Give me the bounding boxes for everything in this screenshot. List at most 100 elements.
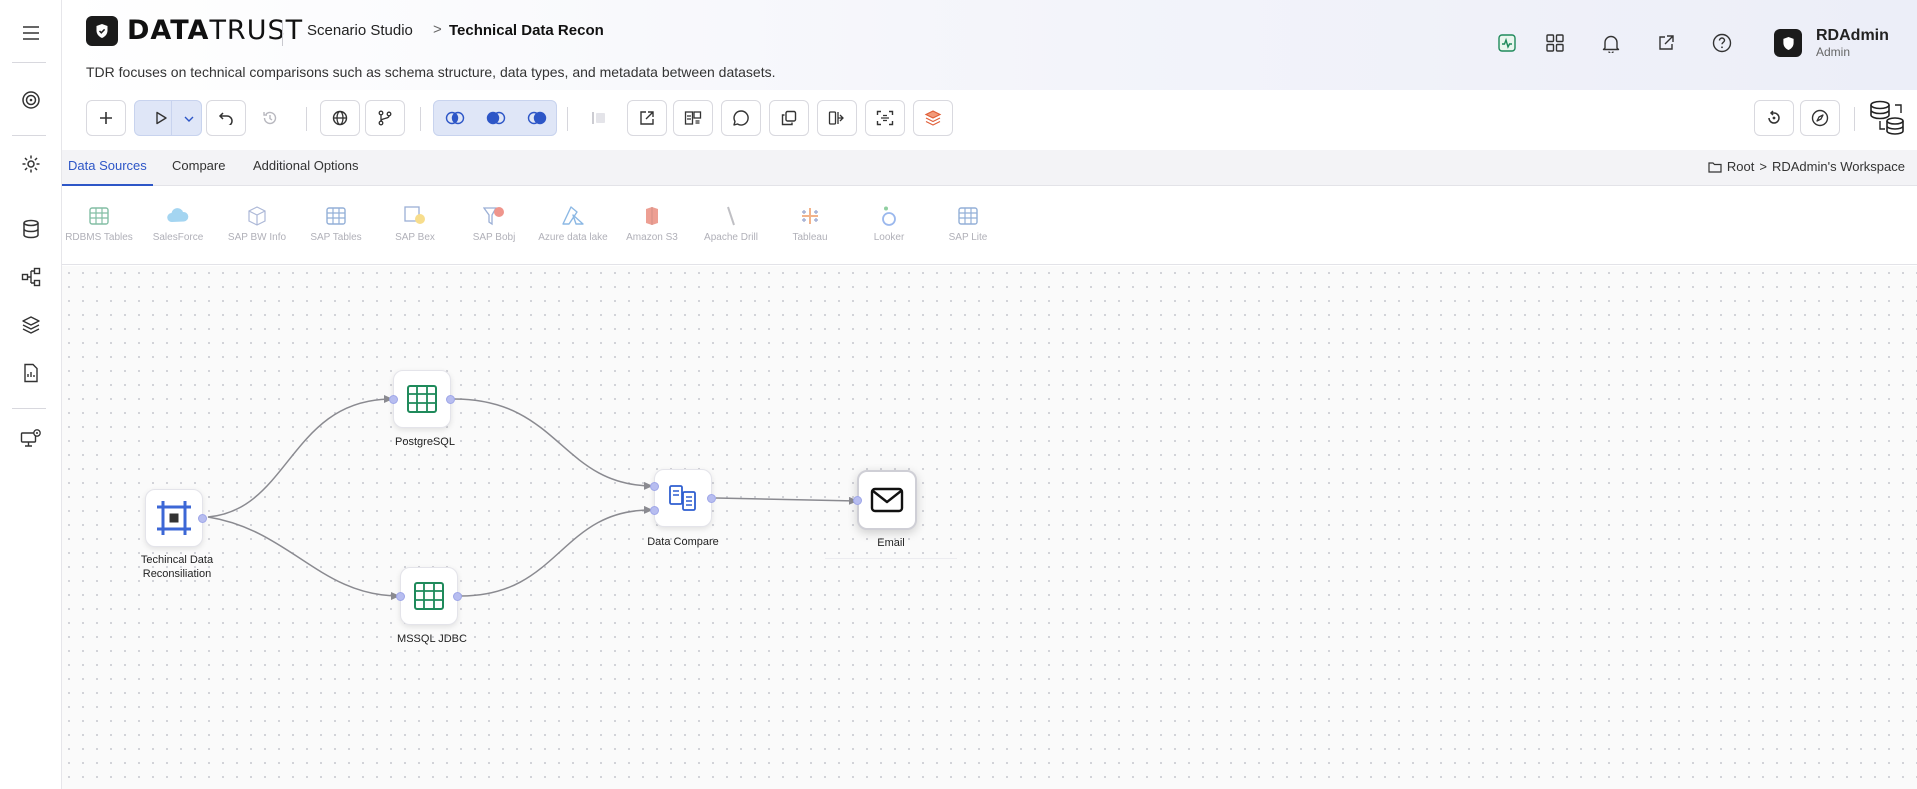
revert-button[interactable] <box>1754 100 1794 136</box>
export-button[interactable] <box>627 100 667 136</box>
palette-item-azure[interactable]: Azure data lake <box>536 205 610 244</box>
toolbar-divider <box>306 107 307 131</box>
palette-label: Tableau <box>792 232 828 243</box>
stack-button[interactable] <box>913 100 953 136</box>
copy-button[interactable] <box>769 100 809 136</box>
node-email[interactable] <box>853 470 917 530</box>
activity-icon[interactable] <box>1494 30 1520 56</box>
node-label-postgresql: PostgreSQL <box>395 436 455 448</box>
bobj-icon <box>482 205 506 227</box>
palette-label: RDBMS Tables <box>65 232 133 243</box>
palette-item-s3[interactable]: Amazon S3 <box>615 205 689 244</box>
palette-label: SAP Bex <box>395 232 435 243</box>
chevron-down-icon[interactable] <box>183 115 195 123</box>
help-icon[interactable] <box>1709 30 1735 56</box>
apps-grid-icon[interactable] <box>1542 30 1568 56</box>
split-button[interactable] <box>817 100 857 136</box>
input-port[interactable] <box>650 482 659 491</box>
user-name[interactable]: RDAdmin <box>1816 27 1889 45</box>
palette-item-apache-drill[interactable]: Apache Drill <box>694 205 768 244</box>
drill-icon <box>719 205 743 227</box>
palette-label: Amazon S3 <box>626 232 678 243</box>
node-start[interactable] <box>145 489 207 547</box>
workspace-name[interactable]: RDAdmin's Workspace <box>1772 159 1905 174</box>
palette-item-rdbms[interactable]: RDBMS Tables <box>62 205 136 244</box>
node-data-compare[interactable] <box>650 469 716 527</box>
page-title: Technical Data Recon <box>449 22 604 39</box>
node-postgresql[interactable] <box>389 370 455 428</box>
palette-item-sap-bex[interactable]: SAP Bex <box>378 205 452 244</box>
workflow-canvas[interactable] <box>62 266 1917 789</box>
output-port[interactable] <box>707 494 716 503</box>
output-port[interactable] <box>198 514 207 523</box>
page-description: TDR focuses on technical comparisons suc… <box>86 64 776 80</box>
palette-item-sap-tables[interactable]: SAP Tables <box>299 205 373 244</box>
workspace-root[interactable]: Root <box>1727 159 1754 174</box>
workflow-icon[interactable] <box>15 261 47 293</box>
tab-additional-options[interactable]: Additional Options <box>247 150 365 186</box>
palette-item-sap-lite[interactable]: SAP Lite <box>931 205 1005 244</box>
undo-button[interactable] <box>206 100 246 136</box>
globe-button[interactable] <box>320 100 360 136</box>
compass-button[interactable] <box>1800 100 1840 136</box>
workspace-separator: > <box>1759 159 1767 174</box>
palette-item-sap-bw[interactable]: SAP BW Info <box>220 205 294 244</box>
rail-divider <box>12 62 46 63</box>
palette-item-tableau[interactable]: Tableau <box>773 205 847 244</box>
report-icon[interactable] <box>15 357 47 389</box>
target-icon[interactable] <box>15 84 47 116</box>
first-button[interactable] <box>579 100 619 136</box>
palette-label: SAP Bobj <box>472 232 516 243</box>
table-icon <box>407 385 437 413</box>
node-label-mssql: MSSQL JDBC <box>397 633 467 645</box>
input-port[interactable] <box>389 395 398 404</box>
palette-label: Apache Drill <box>704 232 758 243</box>
breadcrumb-studio[interactable]: Scenario Studio <box>307 22 413 39</box>
node-mssql[interactable] <box>396 567 462 625</box>
monitor-settings-icon[interactable] <box>15 422 47 454</box>
output-port[interactable] <box>446 395 455 404</box>
header-divider <box>282 20 283 46</box>
left-join-icon[interactable] <box>475 101 516 135</box>
workspace-breadcrumb[interactable]: Root > RDAdmin's Workspace <box>1708 159 1905 174</box>
run-button[interactable] <box>134 100 202 136</box>
bell-icon[interactable] <box>1598 30 1624 56</box>
tab-bar: Data Sources Compare Additional Options … <box>62 150 1917 186</box>
avatar[interactable] <box>1774 29 1802 57</box>
palette-item-looker[interactable]: Looker <box>852 205 926 244</box>
brand-name: DATATRUST <box>127 15 304 46</box>
right-join-icon[interactable] <box>516 101 557 135</box>
compare-icon <box>669 485 696 511</box>
branch-button[interactable] <box>365 100 405 136</box>
gear-icon[interactable] <box>15 148 47 180</box>
input-port[interactable] <box>853 496 862 505</box>
add-button[interactable] <box>86 100 126 136</box>
folder-icon <box>1708 161 1722 173</box>
input-port[interactable] <box>650 506 659 515</box>
palette-item-salesforce[interactable]: SalesForce <box>141 205 215 244</box>
s3-icon <box>640 205 664 227</box>
palette-label: SAP Lite <box>948 232 988 243</box>
transform-button[interactable] <box>673 100 713 136</box>
menu-icon[interactable] <box>15 17 47 49</box>
output-port[interactable] <box>453 592 462 601</box>
inner-join-icon[interactable] <box>434 101 475 135</box>
cloud-icon <box>166 205 190 227</box>
data-source-palette: RDBMS Tables SalesForce SAP BW Info SAP … <box>62 187 1917 265</box>
tab-compare[interactable]: Compare <box>166 150 231 186</box>
azure-icon <box>561 205 585 227</box>
history-button[interactable] <box>250 100 290 136</box>
node-label-email: Email <box>825 536 957 559</box>
app-header: DATATRUST Scenario Studio > Technical Da… <box>62 0 1917 90</box>
layers-icon[interactable] <box>15 309 47 341</box>
tab-data-sources[interactable]: Data Sources <box>62 150 153 186</box>
comment-button[interactable] <box>721 100 761 136</box>
external-link-icon[interactable] <box>1653 30 1679 56</box>
palette-item-sap-bobj[interactable]: SAP Bobj <box>457 205 531 244</box>
brand-logo <box>86 16 118 46</box>
palette-label: Azure data lake <box>538 232 608 243</box>
data-sources-icon[interactable] <box>1866 98 1908 138</box>
database-icon[interactable] <box>15 213 47 245</box>
fit-view-button[interactable] <box>865 100 905 136</box>
input-port[interactable] <box>396 592 405 601</box>
